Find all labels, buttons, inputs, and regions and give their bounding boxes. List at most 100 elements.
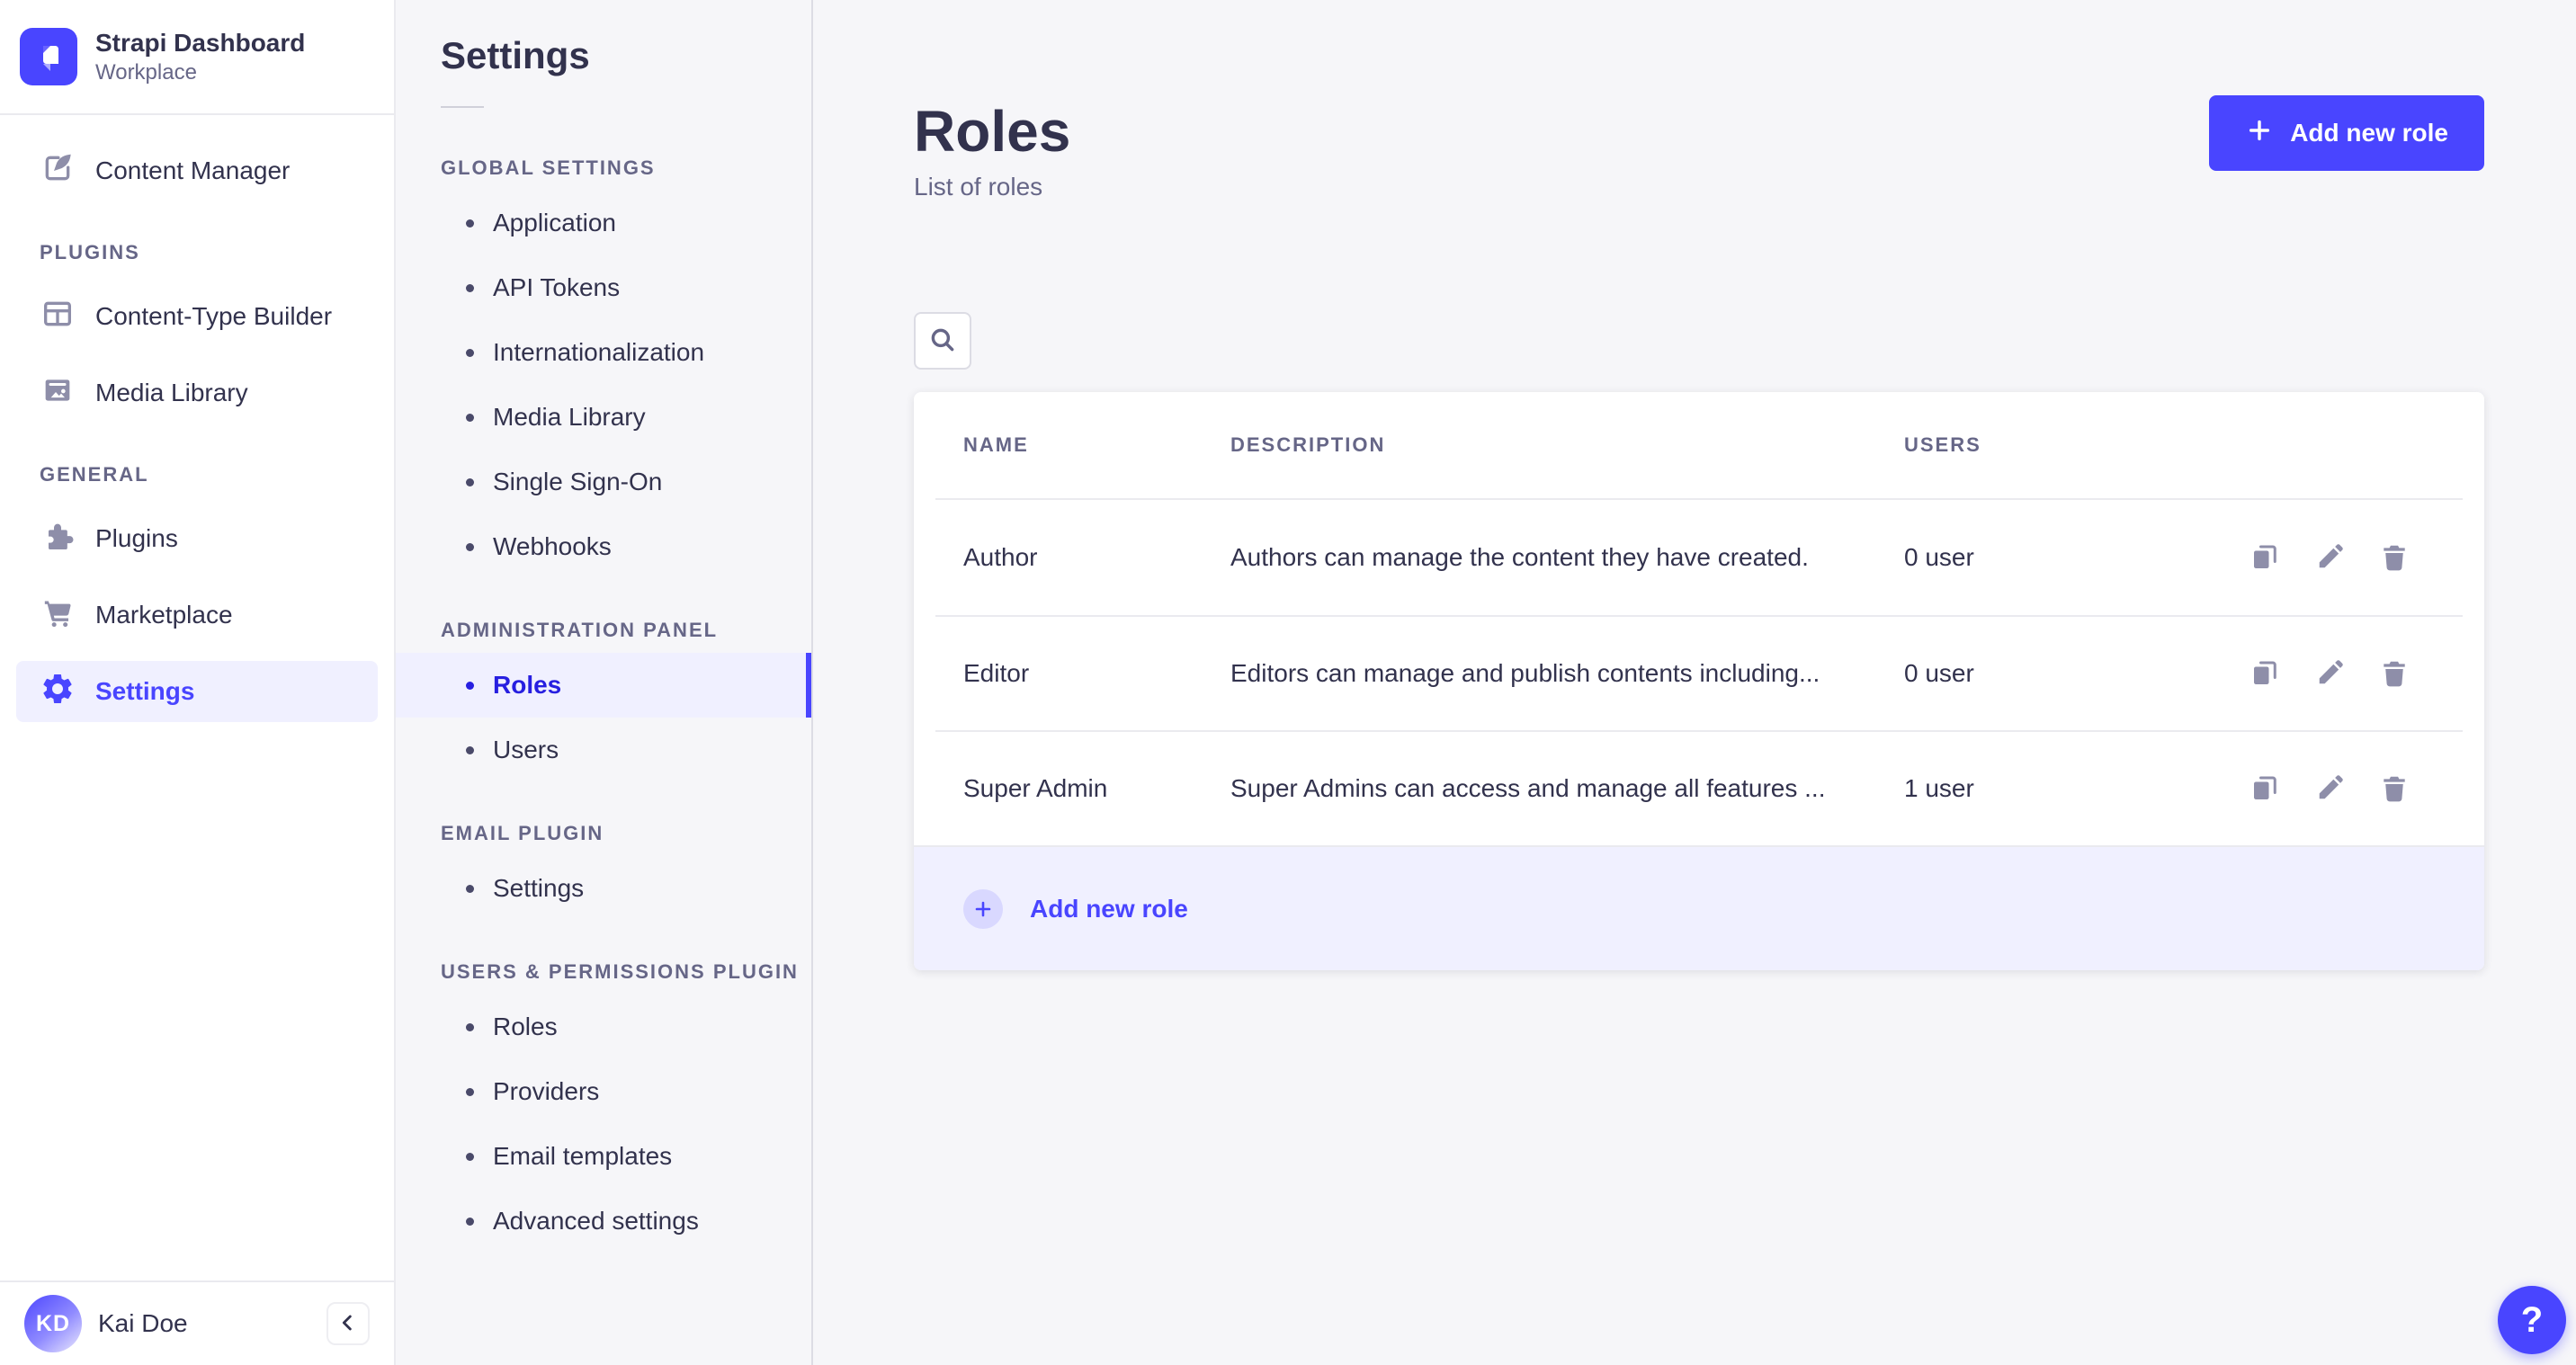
media-library-icon [40,372,76,415]
table-row-super-admin[interactable]: Super Admin Super Admins can access and … [935,730,2463,845]
sidebar-item-label: Marketplace [95,601,233,629]
gear-icon [40,671,76,713]
subnav-section-label: EMAIL PLUGIN [441,822,604,844]
sidebar-item-marketplace[interactable]: Marketplace [16,584,378,646]
main-nav-list: Content Manager PLUGINS Content-Type Bui… [0,115,394,722]
help-button[interactable]: ? [2498,1286,2566,1354]
search-icon [927,325,958,358]
subnav-item-webhooks[interactable]: Webhooks [396,514,811,579]
subnav-item-api-tokens[interactable]: API Tokens [396,255,811,320]
subnav-item-email-templates[interactable]: Email templates [396,1124,811,1189]
trash-icon [2378,772,2411,805]
pencil-icon [2313,657,2346,690]
subnav-item-users[interactable]: Users [396,718,811,782]
plus-circle-icon [963,888,1003,929]
sidebar-item-label: Content-Type Builder [95,302,333,330]
plus-icon [2245,116,2274,151]
subnav-item-label: Media Library [493,403,646,431]
subnav-item-label: Internationalization [493,338,705,366]
brand[interactable]: Strapi Dashboard Workplace [0,0,394,115]
subnav-section-label: USERS & PERMISSIONS PLUGIN [441,960,799,983]
section-label-plugins: PLUGINS [40,241,140,263]
sidebar-item-label: Content Manager [95,156,291,184]
role-description-cell: Super Admins can access and manage all f… [1230,774,1826,802]
sidebar-item-settings[interactable]: Settings [16,661,378,722]
chevron-left-icon [335,1310,361,1338]
role-description-cell: Authors can manage the content they have… [1230,543,1809,571]
subnav-item-roles-up[interactable]: Roles [396,995,811,1059]
app-sidebar: Strapi Dashboard Workplace Content Manag… [0,0,396,1365]
subnav-item-advanced-settings[interactable]: Advanced settings [396,1189,811,1253]
role-users-cell: 0 user [1904,659,1974,687]
duplicate-icon [2249,657,2281,690]
table-footer-add-role-button[interactable]: Add new role [914,845,2484,970]
table-row-editor[interactable]: Editor Editors can manage and publish co… [935,615,2463,730]
brand-title: Strapi Dashboard [95,29,306,57]
collapse-sidebar-button[interactable] [326,1302,370,1345]
subnav-item-providers[interactable]: Providers [396,1059,811,1124]
sidebar-item-label: Settings [95,677,195,705]
settings-subnav: Settings GLOBAL SETTINGS Application API… [396,0,813,1365]
page-title: Roles [914,99,1071,164]
subnav-divider [441,106,484,108]
delete-role-button[interactable] [2378,657,2411,690]
sidebar-item-content-type-builder[interactable]: Content-Type Builder [16,286,378,347]
sidebar-item-media-library[interactable]: Media Library [16,362,378,424]
delete-role-button[interactable] [2378,541,2411,574]
roles-table-card: NAME DESCRIPTION USERS Author Authors ca… [914,392,2484,970]
subnav-item-label: Advanced settings [493,1207,699,1235]
column-header-users: USERS [1904,433,1981,456]
subnav-item-application[interactable]: Application [396,191,811,255]
column-header-description: DESCRIPTION [1230,433,1386,456]
trash-icon [2378,657,2411,690]
subnav-item-roles-admin[interactable]: Roles [396,653,811,718]
subnav-section-global-settings: GLOBAL SETTINGS Application API Tokens I… [396,156,811,579]
content-type-builder-icon [40,296,76,338]
subnav-item-label: Settings [493,874,585,902]
puzzle-icon [40,518,76,560]
subnav-item-label: API Tokens [493,273,621,301]
search-button[interactable] [914,312,971,370]
role-name-cell: Author [963,543,1038,571]
duplicate-icon [2249,772,2281,805]
edit-role-button[interactable] [2313,541,2346,574]
duplicate-role-button[interactable] [2249,541,2281,574]
sidebar-item-plugins[interactable]: Plugins [16,508,378,569]
cart-icon [40,594,76,637]
edit-role-button[interactable] [2313,772,2346,805]
toolbar [914,312,2484,370]
page-header: Roles List of roles Add new role [914,95,2484,201]
sidebar-item-content-manager[interactable]: Content Manager [16,140,378,201]
subnav-item-email-settings[interactable]: Settings [396,856,811,921]
user-name: Kai Doe [98,1309,188,1337]
trash-icon [2378,541,2411,574]
edit-role-button[interactable] [2313,657,2346,690]
main-content: Roles List of roles Add new role NAME DE… [813,0,2576,1365]
user-avatar[interactable]: KD [24,1295,82,1352]
subnav-item-label: Webhooks [493,532,612,560]
role-description-cell: Editors can manage and publish contents … [1230,659,1820,687]
subnav-item-label: Providers [493,1077,600,1105]
sidebar-footer: KD Kai Doe [0,1280,394,1365]
subnav-item-label: Application [493,209,616,236]
duplicate-icon [2249,541,2281,574]
question-mark-icon: ? [2520,1299,2544,1340]
duplicate-role-button[interactable] [2249,772,2281,805]
subnav-item-media-library[interactable]: Media Library [396,385,811,450]
delete-role-button[interactable] [2378,772,2411,805]
subnav-section-email-plugin: EMAIL PLUGIN Settings [396,822,811,921]
sidebar-item-label: Media Library [95,379,248,406]
role-name-cell: Super Admin [963,774,1108,802]
role-name-cell: Editor [963,659,1030,687]
subnav-item-internationalization[interactable]: Internationalization [396,320,811,385]
page-subtitle: List of roles [914,173,1043,201]
pencil-icon [2313,541,2346,574]
add-new-role-button[interactable]: Add new role [2209,95,2484,171]
table-row-author[interactable]: Author Authors can manage the content th… [935,500,2463,615]
subnav-item-label: Email templates [493,1142,673,1170]
add-new-role-button-label: Add new role [2290,119,2448,147]
subnav-section-users-permissions: USERS & PERMISSIONS PLUGIN Roles Provide… [396,960,811,1253]
column-header-name: NAME [963,433,1029,456]
duplicate-role-button[interactable] [2249,657,2281,690]
subnav-item-single-sign-on[interactable]: Single Sign-On [396,450,811,514]
